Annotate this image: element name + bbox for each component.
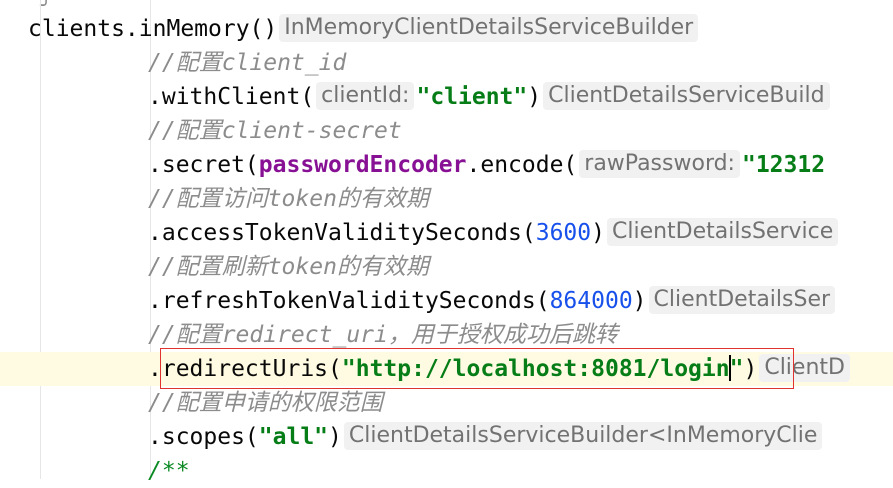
code-line[interactable]: .secret(passwordEncoder.encode(rawPasswo…	[0, 148, 893, 182]
code-content[interactable]: .refreshTokenValiditySeconds(864000) Clie…	[148, 284, 837, 318]
type-hint: ClientD	[759, 354, 850, 382]
code-line[interactable]: clients.inMemory() InMemoryClientDetailsS…	[0, 12, 893, 46]
code-token: "	[729, 356, 744, 382]
code-content[interactable]: .secret(passwordEncoder.encode(rawPasswo…	[148, 148, 825, 182]
code-token: passwordEncoder	[258, 152, 467, 178]
type-hint: ClientDetailsService	[606, 218, 839, 246]
code-token: clients.inMemory()	[28, 16, 278, 42]
code-content[interactable]: //配置redirect_uri，用于授权成功后跳转	[148, 318, 618, 352]
code-token: .accessTokenValiditySeconds(	[148, 220, 536, 246]
code-token: .redirectUris(	[148, 356, 342, 382]
code-token: //配置redirect_uri，用于授权成功后跳转	[148, 322, 618, 348]
parameter-hint: clientId:	[316, 82, 415, 110]
type-hint: ClientDetailsSer	[648, 286, 836, 314]
code-token: )	[743, 356, 758, 382]
code-token: //配置刷新token的有效期	[148, 254, 429, 280]
code-line[interactable]: //配置redirect_uri，用于授权成功后跳转	[0, 318, 893, 352]
code-line[interactable]: //配置client-secret	[0, 114, 893, 148]
code-token: )	[328, 424, 342, 450]
code-token: "12312	[741, 152, 826, 178]
code-content[interactable]: .accessTokenValiditySeconds(3600) ClientD…	[148, 216, 840, 250]
code-fold-glyph: ╯	[40, 0, 53, 17]
code-line[interactable]: //配置申请的权限范围	[0, 386, 893, 420]
code-token: //配置访问token的有效期	[148, 186, 429, 212]
code-line[interactable]: /**	[0, 454, 893, 488]
code-line[interactable]: .refreshTokenValiditySeconds(864000) Clie…	[0, 284, 893, 318]
code-content[interactable]: //配置刷新token的有效期	[148, 250, 429, 284]
code-line[interactable]: .redirectUris("http://localhost:8081/log…	[0, 352, 893, 386]
type-hint: InMemoryClientDetailsServiceBuilder	[279, 14, 699, 42]
code-line[interactable]: //配置访问token的有效期	[0, 182, 893, 216]
code-line[interactable]: .withClient(clientId: "client") ClientDeta…	[0, 80, 893, 114]
code-line[interactable]: //配置刷新token的有效期	[0, 250, 893, 284]
code-content[interactable]: .scopes("all") ClientDetailsServiceBuilde…	[148, 420, 824, 454]
code-content[interactable]: clients.inMemory() InMemoryClientDetailsS…	[28, 12, 700, 46]
code-content[interactable]: //配置申请的权限范围	[148, 386, 383, 420]
code-token: "http://localhost:8081/login	[341, 356, 730, 382]
code-token: //配置申请的权限范围	[148, 390, 383, 416]
type-hint: ClientDetailsServiceBuild	[543, 82, 830, 110]
code-token: 3600	[535, 220, 592, 246]
code-content[interactable]: .withClient(clientId: "client") ClientDeta…	[148, 80, 832, 114]
code-line[interactable]: .scopes("all") ClientDetailsServiceBuilde…	[0, 420, 893, 454]
code-line[interactable]: .accessTokenValiditySeconds(3600) ClientD…	[0, 216, 893, 250]
code-content[interactable]: /**	[148, 454, 190, 488]
code-token: /**	[148, 458, 190, 484]
code-token: )	[591, 220, 605, 246]
code-token: )	[632, 288, 647, 314]
type-hint: ClientDetailsServiceBuilder<InMemoryClie	[343, 422, 823, 450]
code-line[interactable]: //配置client_id	[0, 46, 893, 80]
code-token: .refreshTokenValiditySeconds(	[148, 288, 550, 314]
code-token: "client"	[416, 84, 528, 110]
parameter-hint: rawPassword:	[579, 150, 740, 178]
code-token: "all"	[258, 424, 329, 450]
code-content[interactable]: .redirectUris("http://localhost:8081/log…	[148, 352, 852, 386]
code-content[interactable]: //配置client-secret	[148, 114, 402, 148]
code-token: .secret(	[148, 152, 259, 178]
code-token: .withClient(	[148, 84, 315, 110]
code-content[interactable]: //配置访问token的有效期	[148, 182, 429, 216]
code-token: .scopes(	[148, 424, 259, 450]
code-content[interactable]: //配置client_id	[148, 46, 346, 80]
code-token: .encode(	[466, 152, 578, 178]
code-token: 864000	[549, 288, 633, 314]
code-token: //配置client_id	[148, 50, 347, 76]
code-editor[interactable]: ╯ clients.inMemory() InMemoryClientDetail…	[0, 0, 893, 484]
code-token: //配置client-secret	[148, 118, 402, 144]
code-token: )	[527, 84, 542, 110]
